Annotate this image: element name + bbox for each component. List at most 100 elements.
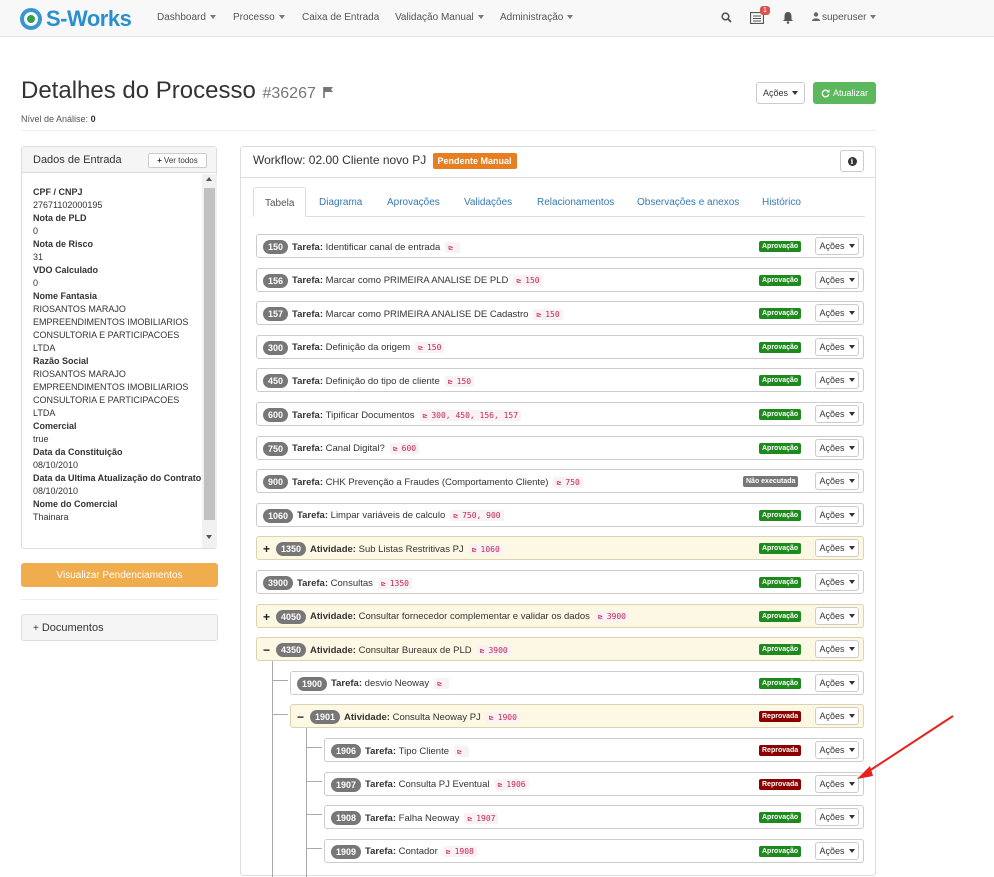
chevron-down-icon xyxy=(278,15,285,20)
nav-processo[interactable]: Processo xyxy=(233,12,285,23)
row-actions-button[interactable]: Ações xyxy=(815,673,859,692)
search-icon[interactable] xyxy=(721,12,732,23)
task-row[interactable]: 300 Tarefa: Definição da origem ⊵ 150 Aprova… xyxy=(256,334,864,359)
row-actions-button[interactable]: Ações xyxy=(815,270,859,289)
field-value: 27671102000195 xyxy=(33,200,103,210)
row-status-badge: Aprovação xyxy=(759,543,802,555)
scroll-down-icon[interactable] xyxy=(206,535,212,539)
row-actions-button[interactable]: Ações xyxy=(815,774,859,793)
field-label: VDO Calculado xyxy=(33,265,99,275)
tab-relacionamentos[interactable]: Relacionamentos xyxy=(537,187,614,217)
tab-tabela[interactable]: Tabela xyxy=(253,187,307,217)
row-actions-button[interactable]: Ações xyxy=(815,841,859,860)
scroll-thumb[interactable] xyxy=(204,188,215,520)
view-pending-button[interactable]: Visualizar Pendenciamentos xyxy=(21,563,218,587)
task-row[interactable]: 157 Tarefa: Marcar como PRIMEIRA ANALISE … xyxy=(256,301,864,326)
chevron-down-icon xyxy=(848,546,855,551)
nav-caixa-de-entrada[interactable]: Caixa de Entrada xyxy=(302,12,379,23)
plus-icon: + xyxy=(157,156,162,165)
row-actions-button[interactable]: Ações xyxy=(815,371,859,390)
chevron-down-icon xyxy=(848,714,855,719)
documents-panel[interactable]: + Documentos xyxy=(21,614,218,641)
row-kind: Tarefa xyxy=(292,342,320,354)
task-row[interactable]: 156 Tarefa: Marcar como PRIMEIRA ANALISE … xyxy=(256,267,864,292)
task-row[interactable]: 600 Tarefa: Tipificar Documentos ⊵ 300, 450… xyxy=(256,402,864,426)
tab-aprovacoes[interactable]: Aprovações xyxy=(387,187,440,217)
row-dependencies: ⊵ 3900 xyxy=(594,611,629,623)
row-actions-button[interactable]: Ações xyxy=(815,304,859,323)
scroll-up-icon[interactable] xyxy=(206,177,212,181)
brand-logo[interactable]: S-Works xyxy=(20,6,132,31)
expand-icon[interactable]: + xyxy=(263,611,273,623)
nav-validacao-manual[interactable]: Validação Manual xyxy=(395,12,484,23)
task-row[interactable]: 1900 Tarefa: desvio Neoway ⊵ Aprovação Ações xyxy=(290,670,864,695)
task-row[interactable]: 3900 Tarefa: Consultas ⊵ 1350 Aprovação Ações xyxy=(256,570,864,594)
row-actions-button[interactable]: Ações xyxy=(815,405,859,423)
flag-icon[interactable] xyxy=(322,86,334,98)
task-row[interactable]: 1907 Tarefa: Consulta PJ Eventual ⊵ 1906 Rep… xyxy=(324,771,864,796)
row-dependencies: ⊵ 150 xyxy=(533,308,563,320)
collapse-icon[interactable]: − xyxy=(297,711,307,723)
nav-dashboard[interactable]: Dashboard xyxy=(157,12,216,23)
activity-row[interactable]: +4050 Atividade: Consultar fornecedor com… xyxy=(256,603,864,628)
row-id-badge: 1901 xyxy=(310,710,341,725)
row-actions-button[interactable]: Ações xyxy=(815,573,859,591)
row-kind: Tarefa xyxy=(292,443,320,455)
task-row[interactable]: 900 Tarefa: CHK Prevenção a Fraudes (Comp… xyxy=(256,469,864,494)
row-actions-button[interactable]: Ações xyxy=(815,337,859,356)
row-actions-button[interactable]: Ações xyxy=(815,640,859,659)
sitemap-icon: ⊵ xyxy=(471,544,477,554)
row-actions-button[interactable]: Ações xyxy=(815,741,859,759)
row-actions-button[interactable]: Ações xyxy=(815,808,859,827)
view-all-button[interactable]: + Ver todos xyxy=(148,153,207,168)
tab-observacoes[interactable]: Observações e anexos xyxy=(637,187,739,217)
task-row[interactable]: 750 Tarefa: Canal Digital? ⊵ 600 Aprovação Aç… xyxy=(256,435,864,460)
field-value: RIOSANTOS MARAJO EMPREENDIMENTOS IMOBILI… xyxy=(33,369,189,418)
row-kind: Tarefa xyxy=(365,812,393,824)
task-row[interactable]: 1060 Tarefa: Limpar variáveis de calculo ⊵… xyxy=(256,502,864,527)
task-row[interactable]: 1909 Tarefa: Contador ⊵ 1908 Aprovação Ações xyxy=(324,838,864,863)
refresh-button[interactable]: Atualizar xyxy=(813,82,876,104)
tab-historico[interactable]: Histórico xyxy=(762,187,801,217)
row-actions-button[interactable]: Ações xyxy=(815,606,859,625)
row-actions-button[interactable]: Ações xyxy=(815,707,859,726)
task-row[interactable]: 450 Tarefa: Definição do tipo de cliente ⊵… xyxy=(256,368,864,393)
task-row[interactable]: 1906 Tarefa: Tipo Cliente ⊵ Reprovada Ações xyxy=(324,738,864,762)
chevron-down-icon xyxy=(848,311,855,316)
task-row[interactable]: 150 Tarefa: Identificar canal de entrada ⊵… xyxy=(256,234,864,258)
row-id-badge: 3900 xyxy=(263,576,294,590)
collapse-icon[interactable]: − xyxy=(263,644,273,656)
tab-diagrama[interactable]: Diagrama xyxy=(319,187,362,217)
field-label: Nome Fantasia xyxy=(33,291,98,301)
tab-validacoes[interactable]: Validações xyxy=(464,187,512,217)
row-name: Tipo Cliente xyxy=(398,745,449,757)
expand-icon[interactable]: + xyxy=(263,543,273,555)
row-name: Marcar como PRIMEIRA ANALISE DE Cadastro xyxy=(325,308,529,320)
nav-administracao[interactable]: Administração xyxy=(500,12,574,23)
row-kind: Tarefa xyxy=(331,678,359,690)
user-menu[interactable]: superuser xyxy=(812,12,877,23)
row-actions-button[interactable]: Ações xyxy=(815,237,859,255)
row-id-badge: 900 xyxy=(263,475,289,490)
row-id-badge: 1907 xyxy=(331,777,362,792)
row-name: Canal Digital? xyxy=(325,443,385,455)
activity-row[interactable]: −4350 Atividade: Consultar Bureaux de PLD… xyxy=(256,637,864,662)
row-actions-button[interactable]: Ações xyxy=(815,505,859,524)
activity-row[interactable]: −1901 Atividade: Consulta Neoway PJ ⊵ 1900 R… xyxy=(290,704,864,729)
row-actions-button[interactable]: Ações xyxy=(815,438,859,457)
bell-icon[interactable] xyxy=(782,11,794,24)
activity-row[interactable]: +1350 Atividade: Sub Listas Restritivas P… xyxy=(256,536,864,561)
row-actions-button[interactable]: Ações xyxy=(815,472,859,491)
refresh-icon xyxy=(821,89,830,97)
task-row[interactable]: 1908 Tarefa: Falha Neoway ⊵ 1907 Aprovação Aç… xyxy=(324,805,864,830)
info-button[interactable]: i xyxy=(840,150,864,172)
chevron-down-icon xyxy=(848,512,855,517)
actions-button[interactable]: Ações xyxy=(756,82,805,104)
chevron-down-icon xyxy=(567,15,574,20)
sitemap-icon: ⊵ xyxy=(556,477,562,487)
row-actions-button[interactable]: Ações xyxy=(815,539,859,558)
scrollbar[interactable] xyxy=(202,174,217,548)
row-dependencies: ⊵ 750, 900 xyxy=(450,510,504,522)
sitemap-icon: ⊵ xyxy=(422,410,428,420)
row-kind-colon: : xyxy=(352,543,356,555)
